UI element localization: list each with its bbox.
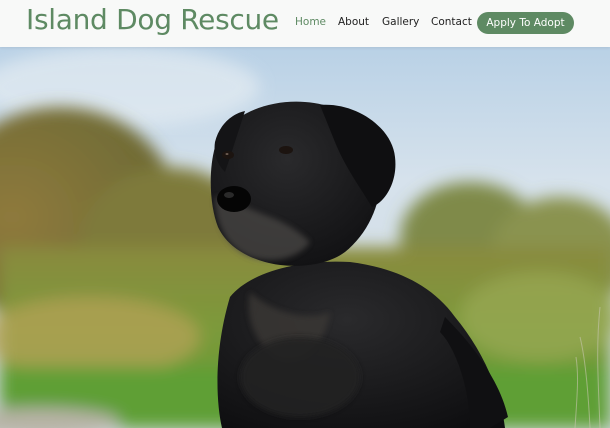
nav-gallery-link[interactable]: Gallery <box>382 16 419 28</box>
nav-home-link[interactable]: Home <box>295 16 326 28</box>
hero-image <box>0 47 610 428</box>
nav-contact-link[interactable]: Contact <box>431 16 472 28</box>
nav-about-link[interactable]: About <box>338 16 369 28</box>
apply-to-adopt-button[interactable]: Apply To Adopt <box>477 12 574 34</box>
black-labrador-photo <box>0 47 610 428</box>
site-header: Island Dog Rescue Home About Gallery Con… <box>0 0 610 47</box>
